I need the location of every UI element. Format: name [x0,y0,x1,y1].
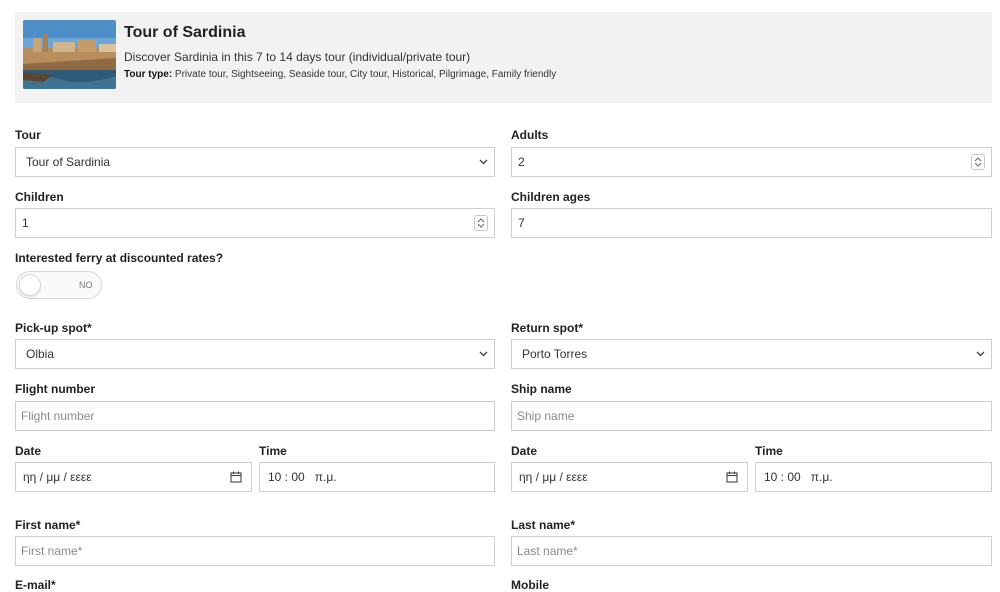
chevron-down-icon [472,148,494,176]
ferry-toggle[interactable]: NO [16,271,102,299]
children-ages-value: 7 [518,216,525,230]
date-left-input[interactable]: ηη / μμ / εεεε [15,462,252,492]
date-right-input[interactable]: ηη / μμ / εεεε [511,462,748,492]
mobile-label: Mobile [511,578,549,592]
ship-label: Ship name [511,382,572,396]
first-name-placeholder: First name* [21,544,83,558]
chevron-down-icon [969,340,991,368]
flight-label: Flight number [15,382,95,396]
children-ages-input[interactable]: 7 [511,208,992,238]
adults-label: Adults [511,128,549,142]
children-stepper[interactable]: 1 [15,208,495,238]
tour-label: Tour [15,128,41,142]
return-label: Return spot* [511,321,583,335]
tour-select[interactable]: Tour of Sardinia [15,147,495,177]
first-name-input[interactable]: First name* [15,536,495,566]
tour-type-label: Tour type: [124,69,173,80]
children-value: 1 [22,216,29,230]
last-name-placeholder: Last name* [517,544,578,558]
tour-type: Tour type: Private tour, Sightseeing, Se… [124,69,556,80]
time-left-value: 10 : 00 π.μ. [268,470,337,484]
return-select[interactable]: Porto Torres [511,339,992,369]
calendar-icon[interactable] [717,463,747,491]
tour-thumbnail [23,20,116,89]
last-name-input[interactable]: Last name* [511,536,992,566]
tour-title: Tour of Sardinia [124,24,246,41]
tour-header: Tour of Sardinia Discover Sardinia in th… [15,12,992,103]
adults-stepper[interactable]: 2 [511,147,992,177]
pickup-select-value: Olbia [26,347,55,361]
flight-number-placeholder: Flight number [21,409,95,423]
date-left-label: Date [15,444,42,458]
email-label: E-mail* [15,578,56,592]
adults-value: 2 [518,155,525,169]
first-name-label: First name* [15,518,81,532]
last-name-label: Last name* [511,518,576,532]
children-label: Children [15,190,64,204]
tour-select-value: Tour of Sardinia [26,155,111,169]
return-select-value: Porto Torres [522,347,588,361]
toggle-state: NO [79,280,93,290]
pickup-label: Pick-up spot* [15,321,92,335]
spinner-icon[interactable] [474,215,488,231]
spinner-icon[interactable] [971,154,985,170]
ship-name-input[interactable]: Ship name [511,401,992,431]
time-right-value: 10 : 00 π.μ. [764,470,833,484]
time-right-input[interactable]: 10 : 00 π.μ. [755,462,992,492]
calendar-icon[interactable] [221,463,251,491]
children-ages-label: Children ages [511,190,591,204]
date-left-value: ηη / μμ / εεεε [23,470,92,484]
tour-description: Discover Sardinia in this 7 to 14 days t… [124,50,471,64]
toggle-knob [19,274,41,296]
time-left-label: Time [259,444,287,458]
ship-name-placeholder: Ship name [517,409,575,423]
tour-type-value: Private tour, Sightseeing, Seaside tour,… [172,69,557,80]
ferry-label: Interested ferry at discounted rates? [15,251,224,265]
date-right-label: Date [511,444,538,458]
pickup-select[interactable]: Olbia [15,339,495,369]
chevron-down-icon [472,340,494,368]
date-right-value: ηη / μμ / εεεε [519,470,588,484]
flight-number-input[interactable]: Flight number [15,401,495,431]
time-right-label: Time [755,444,783,458]
time-left-input[interactable]: 10 : 00 π.μ. [259,462,495,492]
